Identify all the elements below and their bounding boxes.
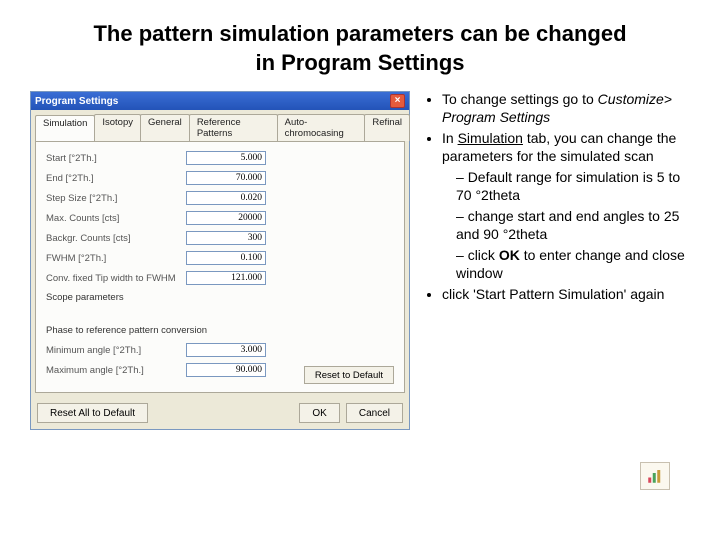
subbullet-1: Default range for simulation is 5 to 70 … bbox=[456, 169, 690, 204]
input-maxcounts[interactable] bbox=[186, 211, 266, 225]
page-title: The pattern simulation parameters can be… bbox=[30, 20, 690, 77]
close-icon[interactable]: × bbox=[390, 94, 405, 108]
tab-reference-patterns[interactable]: Reference Patterns bbox=[189, 114, 278, 141]
dialog-bottombar: Reset All to Default OK Cancel bbox=[31, 397, 409, 429]
dialog-titlebar[interactable]: Program Settings × bbox=[31, 92, 409, 110]
field-conv: Conv. fixed Tip width to FWHM bbox=[46, 270, 394, 286]
instructions: To change settings go to Customize> Prog… bbox=[422, 91, 690, 430]
heading-phase-conv: Phase to reference pattern conversion bbox=[46, 325, 394, 336]
reset-tab-button[interactable]: Reset to Default bbox=[304, 366, 394, 384]
program-settings-dialog: Program Settings × Simulation Isotopy Ge… bbox=[30, 91, 410, 430]
start-simulation-icon[interactable] bbox=[640, 462, 670, 490]
heading-scope: Scope parameters bbox=[46, 292, 394, 303]
input-maxangle[interactable] bbox=[186, 363, 266, 377]
input-stepsize[interactable] bbox=[186, 191, 266, 205]
bullet-1: To change settings go to Customize> Prog… bbox=[442, 91, 690, 126]
field-end: End [°2Th.] bbox=[46, 170, 394, 186]
reset-all-button[interactable]: Reset All to Default bbox=[37, 403, 148, 423]
dialog-title: Program Settings bbox=[35, 96, 118, 107]
field-stepsize: Step Size [°2Th.] bbox=[46, 190, 394, 206]
tab-general[interactable]: General bbox=[140, 114, 190, 141]
tab-simulation[interactable]: Simulation bbox=[35, 115, 95, 142]
field-backgr: Backgr. Counts [cts] bbox=[46, 230, 394, 246]
field-fwhm: FWHM [°2Th.] bbox=[46, 250, 394, 266]
ok-button[interactable]: OK bbox=[299, 403, 339, 423]
input-end[interactable] bbox=[186, 171, 266, 185]
tab-isotopy[interactable]: Isotopy bbox=[94, 114, 141, 141]
field-minangle: Minimum angle [°2Th.] bbox=[46, 342, 394, 358]
tab-strip: Simulation Isotopy General Reference Pat… bbox=[31, 110, 409, 141]
tab-refinal[interactable]: Refinal bbox=[364, 114, 410, 141]
bullet-2: In Simulation tab, you can change the pa… bbox=[442, 130, 690, 282]
subbullet-2: change start and end angles to 25 and 90… bbox=[456, 208, 690, 243]
input-backgr[interactable] bbox=[186, 231, 266, 245]
input-start[interactable] bbox=[186, 151, 266, 165]
subbullet-3: click OK to enter change and close windo… bbox=[456, 247, 690, 282]
cancel-button[interactable]: Cancel bbox=[346, 403, 403, 423]
input-conv[interactable] bbox=[186, 271, 266, 285]
bullet-3: click 'Start Pattern Simulation' again bbox=[442, 286, 690, 304]
input-minangle[interactable] bbox=[186, 343, 266, 357]
field-start: Start [°2Th.] bbox=[46, 150, 394, 166]
input-fwhm[interactable] bbox=[186, 251, 266, 265]
field-maxcounts: Max. Counts [cts] bbox=[46, 210, 394, 226]
tab-auto[interactable]: Auto-chromocasing bbox=[277, 114, 366, 141]
tab-panel: Start [°2Th.] End [°2Th.] Step Size [°2T… bbox=[35, 141, 405, 393]
